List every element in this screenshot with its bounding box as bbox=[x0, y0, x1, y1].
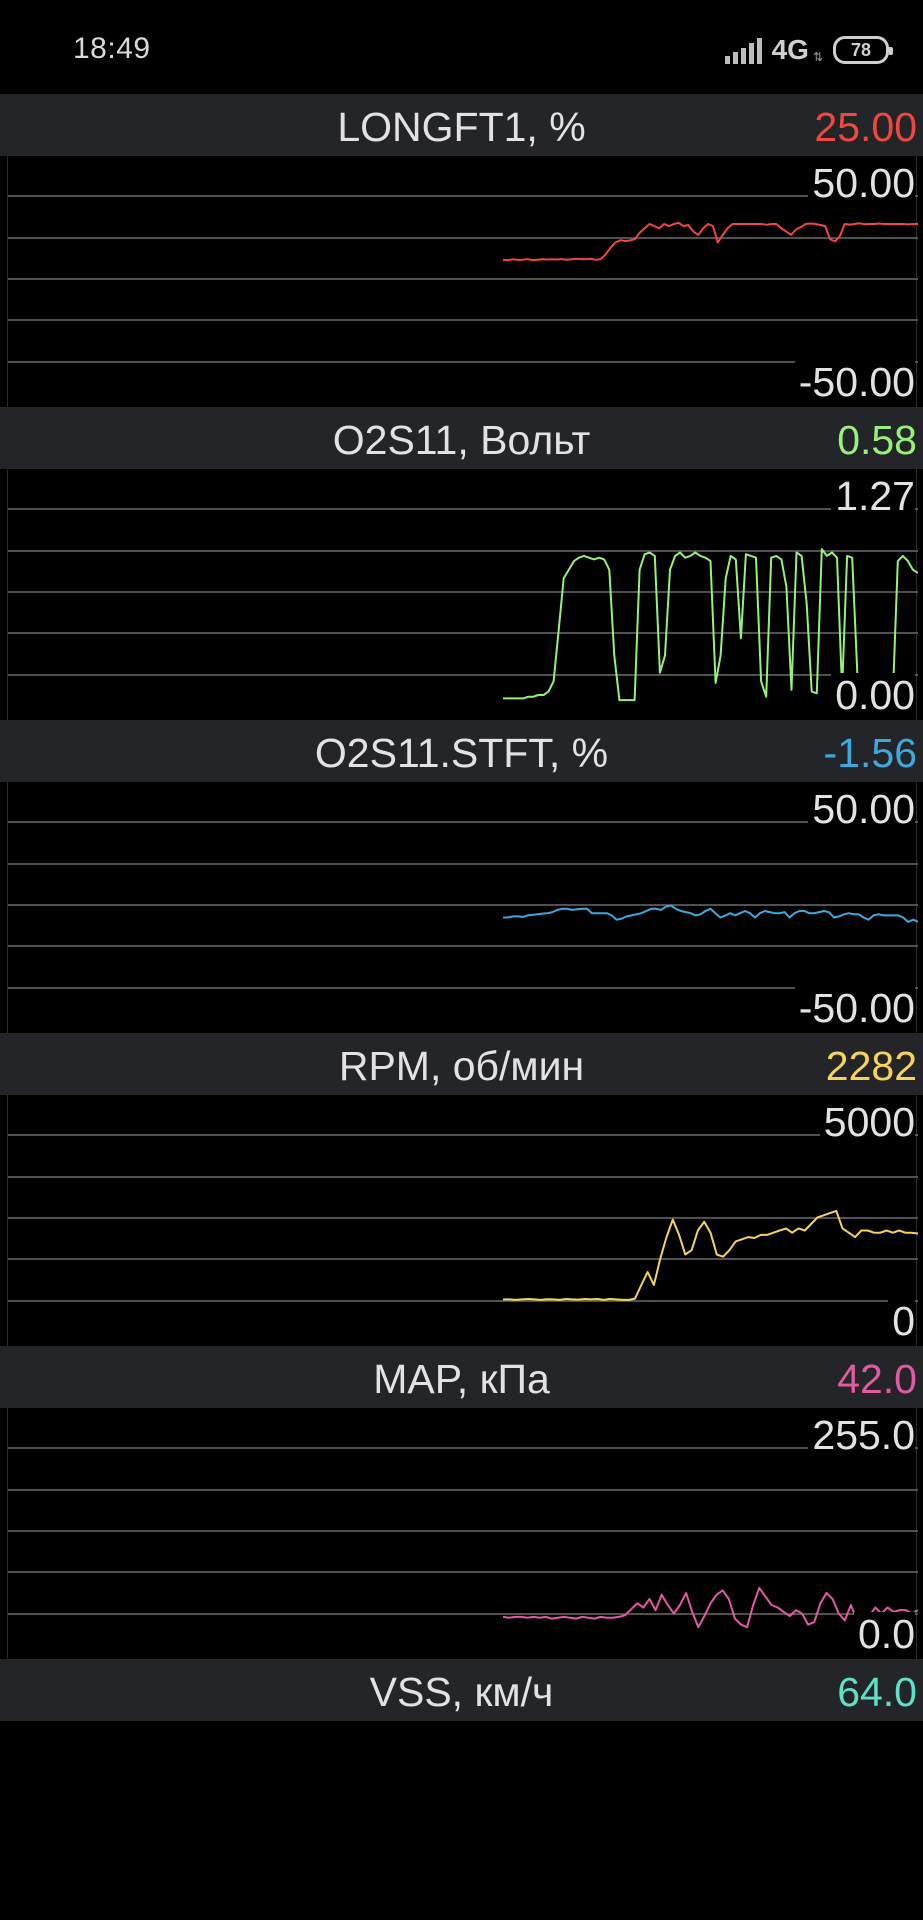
parameter-name: VSS, км/ч bbox=[369, 1669, 554, 1715]
battery-icon: 78 bbox=[833, 36, 893, 64]
y-axis-min-label: 0.00 bbox=[831, 673, 915, 717]
gauge-panel-o2s11[interactable]: O2S11, Вольт 0.58 1.27 0.00 bbox=[0, 407, 923, 720]
panel-header: MAP, кПа 42.0 bbox=[0, 1346, 923, 1408]
status-time: 18:49 bbox=[73, 32, 151, 65]
line-chart[interactable]: 5000 0 bbox=[7, 1095, 918, 1346]
status-icons: 4G ⇅ 78 bbox=[724, 30, 893, 70]
gauge-panels: LONGFT1, % 25.00 50.00 -50.00 O2S11, Вол… bbox=[0, 94, 923, 1721]
network-type-label: 4G bbox=[771, 34, 809, 65]
y-axis-max-label: 5000 bbox=[819, 1100, 915, 1144]
panel-header: RPM, об/мин 2282 bbox=[0, 1033, 923, 1095]
y-axis-min-label: -50.00 bbox=[794, 986, 915, 1030]
status-bar: 18:49 4G ⇅ 78 bbox=[0, 0, 923, 94]
battery-level: 78 bbox=[850, 39, 872, 60]
y-axis-max-label: 50.00 bbox=[808, 161, 915, 205]
parameter-name: O2S11, Вольт bbox=[332, 417, 591, 463]
parameter-name: LONGFT1, % bbox=[337, 104, 586, 150]
line-chart[interactable]: 50.00 -50.00 bbox=[7, 782, 918, 1033]
line-chart[interactable]: 50.00 -50.00 bbox=[7, 156, 918, 407]
chart-svg bbox=[8, 508, 918, 702]
y-axis-max-label: 50.00 bbox=[808, 787, 915, 831]
parameter-value: 0.58 bbox=[837, 417, 917, 463]
parameter-name: MAP, кПа bbox=[373, 1356, 550, 1402]
parameter-name: RPM, об/мин bbox=[338, 1043, 585, 1089]
gauge-panel-map[interactable]: MAP, кПа 42.0 255.0 0.0 bbox=[0, 1346, 923, 1659]
y-axis-min-label: 0.0 bbox=[854, 1612, 915, 1656]
y-axis-max-label: 1.27 bbox=[831, 474, 915, 518]
panel-header: O2S11, Вольт 0.58 bbox=[0, 407, 923, 469]
y-axis-min-label: 0 bbox=[888, 1299, 915, 1343]
line-chart[interactable]: 1.27 0.00 bbox=[7, 469, 918, 720]
gauge-panel-vss[interactable]: VSS, км/ч 64.0 bbox=[0, 1659, 923, 1721]
gauge-panel-longft1[interactable]: LONGFT1, % 25.00 50.00 -50.00 bbox=[0, 94, 923, 407]
parameter-value: 2282 bbox=[825, 1043, 917, 1089]
line-chart[interactable]: 255.0 0.0 bbox=[7, 1408, 918, 1659]
parameter-value: 25.00 bbox=[814, 104, 917, 150]
parameter-value: 64.0 bbox=[837, 1669, 917, 1715]
parameter-value: -1.56 bbox=[823, 730, 917, 776]
series-line bbox=[503, 1209, 918, 1301]
parameter-value: 42.0 bbox=[837, 1356, 917, 1402]
gauge-panel-o2s11-stft[interactable]: O2S11.STFT, % -1.56 50.00 -50.00 bbox=[0, 720, 923, 1033]
panel-header: O2S11.STFT, % -1.56 bbox=[0, 720, 923, 782]
data-activity-icon: ⇅ bbox=[812, 50, 823, 64]
y-axis-min-label: -50.00 bbox=[794, 360, 915, 404]
chart-svg bbox=[8, 1134, 918, 1302]
gauge-panel-rpm[interactable]: RPM, об/мин 2282 5000 0 bbox=[0, 1033, 923, 1346]
chart-svg bbox=[8, 195, 918, 363]
series-line bbox=[503, 904, 918, 923]
chart-svg bbox=[8, 1447, 918, 1630]
signal-icon bbox=[724, 36, 762, 64]
chart-svg bbox=[8, 821, 918, 989]
parameter-name: O2S11.STFT, % bbox=[314, 730, 609, 776]
y-axis-max-label: 255.0 bbox=[808, 1413, 915, 1457]
panel-header: VSS, км/ч 64.0 bbox=[0, 1659, 923, 1721]
series-line bbox=[502, 221, 918, 262]
panel-header: LONGFT1, % 25.00 bbox=[0, 94, 923, 156]
